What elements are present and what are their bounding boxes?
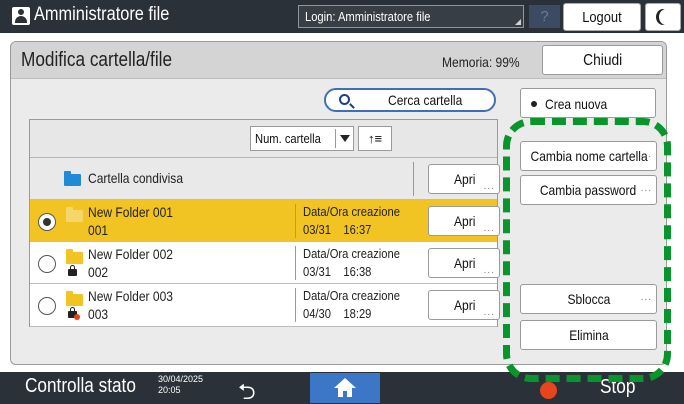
lock-error-icon [74, 314, 80, 320]
corner-icon [515, 19, 521, 25]
bottom-bar: Controlla stato 30/04/2025 20:05 ⮌ Stop [0, 372, 684, 404]
memory-value: 99% [495, 54, 520, 70]
create-new-button[interactable]: Crea nuova [520, 88, 656, 118]
app-title: Amministratore file [34, 4, 170, 25]
folder-icon [66, 249, 83, 264]
logout-button[interactable]: Logout [563, 3, 641, 31]
login-field[interactable]: Login: Amministratore file [298, 5, 524, 28]
window-title: Modifica cartella/file [21, 49, 173, 71]
user-icon [12, 7, 30, 25]
folder-icon [66, 291, 83, 306]
change-password-button[interactable]: Cambia password... [520, 175, 657, 205]
radio-button[interactable] [38, 297, 56, 315]
back-icon[interactable]: ⮌ [238, 375, 256, 404]
display-mode-button[interactable] [645, 3, 681, 31]
search-icon [339, 94, 350, 105]
folder-name: New Folder 002 [88, 246, 173, 262]
delete-button[interactable]: Elimina [520, 320, 657, 350]
lock-icon [68, 265, 77, 276]
creation-datetime: 03/31 16:37 [303, 222, 372, 237]
folder-icon [64, 171, 81, 186]
sort-ascending-icon: ↑≡ [367, 131, 383, 146]
stop-button[interactable]: Stop [600, 376, 641, 399]
moon-icon [659, 9, 673, 25]
sort-order-button[interactable]: ↑≡ [358, 126, 392, 151]
folder-name: New Folder 001 [88, 204, 173, 220]
radio-button[interactable] [38, 255, 56, 273]
open-button[interactable]: Apri... [428, 206, 500, 236]
stop-icon [540, 382, 557, 399]
list-item[interactable]: New Folder 001 001 Data/Ora creazione 03… [30, 200, 500, 242]
chevron-down-icon [340, 135, 350, 142]
top-bar: Amministratore file Login: Amministrator… [0, 0, 684, 33]
creation-datetime: 04/30 18:29 [303, 306, 372, 321]
folder-list: Num. cartella ↑≡ Cartella condivisa Apri… [29, 119, 500, 327]
memory-indicator: Memoria: 99% [442, 54, 520, 70]
open-button[interactable]: Apri... [428, 248, 500, 278]
open-button[interactable]: Apri... [428, 290, 500, 320]
creation-datetime: 03/31 16:38 [303, 264, 372, 279]
folder-icon [66, 207, 83, 222]
sort-bar: Num. cartella ↑≡ [30, 120, 497, 158]
folder-number: 003 [88, 306, 109, 322]
list-item-shared-folder[interactable]: Cartella condivisa Apri... [30, 158, 500, 200]
sort-field-select[interactable]: Num. cartella [250, 126, 354, 151]
close-button[interactable]: Chiudi [542, 45, 663, 75]
window-header: Modifica cartella/file Memoria: 99% Chiu… [11, 42, 666, 79]
unlock-button[interactable]: Sblocca... [520, 284, 657, 314]
clock: 30/04/2025 20:05 [158, 374, 204, 395]
folder-name: New Folder 003 [88, 288, 173, 304]
folder-number: 001 [88, 222, 109, 238]
radio-button[interactable] [38, 213, 56, 231]
help-button[interactable]: ? [529, 5, 560, 28]
open-button[interactable]: Apri... [428, 164, 500, 194]
search-folder-button[interactable]: Cerca cartella [324, 88, 496, 112]
rename-folder-button[interactable]: Cambia nome cartella... [520, 141, 657, 171]
folder-number: 002 [88, 264, 109, 280]
check-status-button[interactable]: Controlla stato [25, 375, 154, 398]
home-button[interactable] [310, 373, 380, 403]
list-item[interactable]: New Folder 003 003 Data/Ora creazione 04… [30, 284, 500, 327]
bullet-icon [531, 101, 537, 108]
list-item[interactable]: New Folder 002 002 Data/Ora creazione 03… [30, 242, 500, 284]
